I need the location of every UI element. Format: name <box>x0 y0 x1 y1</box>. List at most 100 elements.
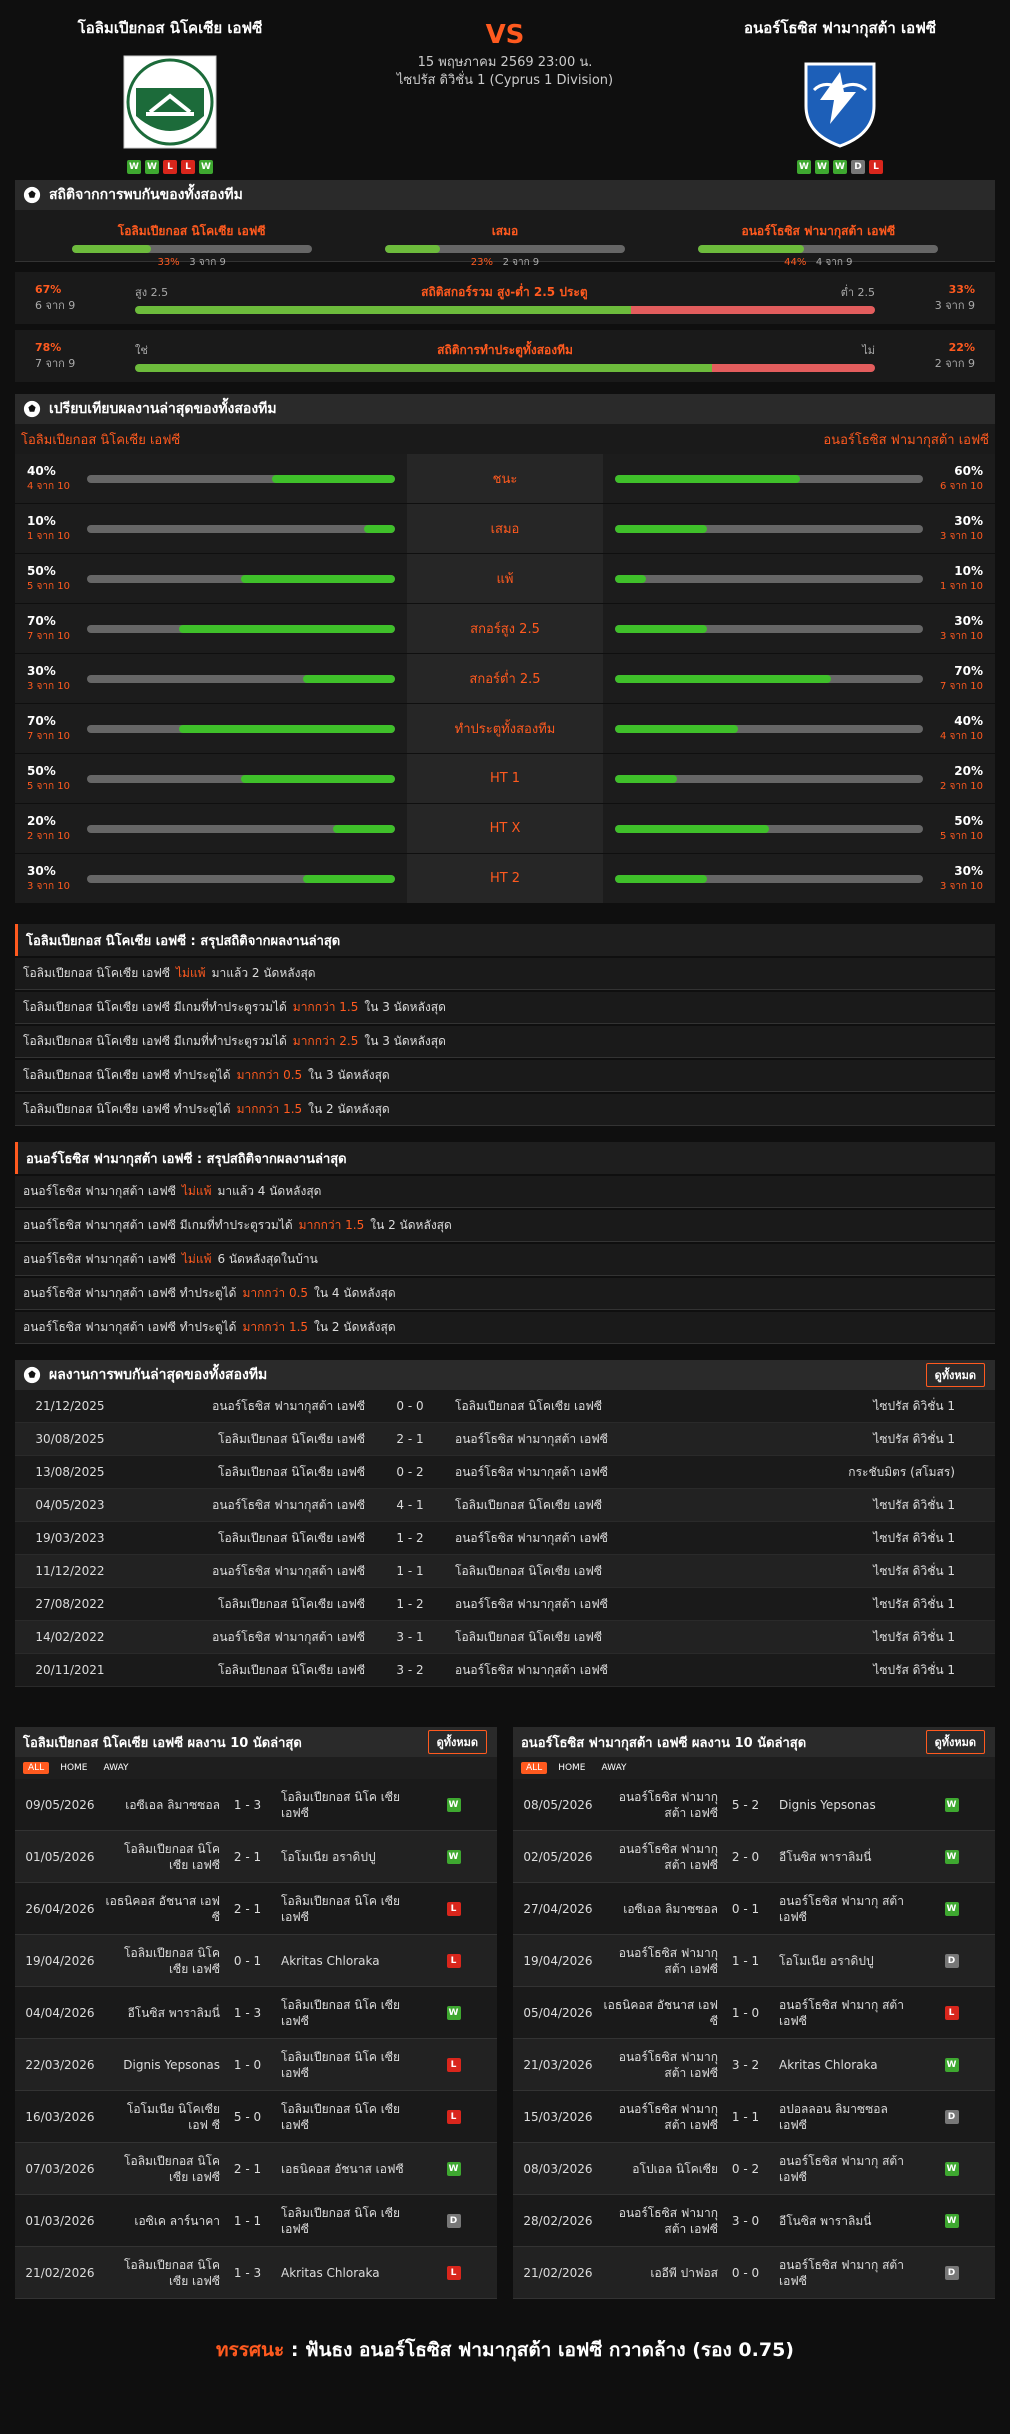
btts-bar-right <box>712 363 875 372</box>
h2h-results-title: ผลงานการพบกันล่าสุดของทั้งสองทีม ดูทั้งห… <box>15 1360 995 1390</box>
compare-home-bar-fill <box>333 824 395 833</box>
compare-away-bar <box>615 574 923 583</box>
away-form: WWWDL <box>690 160 990 174</box>
table-row[interactable]: 14/02/2022 อนอร์โธซิส ฟามากุสต้า เอฟซี 3 -… <box>15 1621 995 1654</box>
table-row[interactable]: 13/08/2025 โอลิมเปียกอส นิโคเซีย เอฟซี 0 -… <box>15 1456 995 1489</box>
tab-home[interactable]: HOME <box>553 1762 590 1774</box>
list-item[interactable]: 19/04/2026 โอลิมเปียกอส นิโค เซีย เอฟซี 0 … <box>15 1935 497 1987</box>
competition: กระชับมิตร (สโมสร) <box>848 1464 955 1479</box>
list-item[interactable]: 27/04/2026 เอซีเอล ลิมาซซอล 0 - 1 อนอร์โธซิ… <box>513 1883 995 1935</box>
compare-metric-label: ทำประตูทั้งสองทีม <box>407 704 603 753</box>
table-row[interactable]: 30/08/2025 โอลิมเปียกอส นิโคเซีย เอฟซี 2 -… <box>15 1423 995 1456</box>
competition: ไซปรัส ดิวิชั่น 1 <box>873 1563 955 1578</box>
compare-home-pct: 30% 3 จาก 10 <box>27 664 87 694</box>
summary-row: โอลิมเปียกอส นิโคเซีย เอฟซี ทำประตูได้ มา… <box>15 1058 995 1092</box>
home-team: เอซีเอล ลิมาซซอล <box>623 1901 718 1916</box>
summary-away-rows: อนอร์โธซิส ฟามากุสต้า เอฟซี ไม่แพ้ มาแล้ว … <box>15 1174 995 1344</box>
score: 1 - 2 <box>396 1597 424 1611</box>
summary-row: อนอร์โธซิส ฟามากุสต้า เอฟซี ทำประตูได้ มา… <box>15 1276 995 1310</box>
list-item[interactable]: 21/02/2026 โอลิมเปียกอส นิโค เซีย เอฟซี 1 … <box>15 2247 497 2299</box>
home-team: โอลิมเปียกอส นิโคเซีย เอฟซี <box>218 1464 365 1479</box>
list-item[interactable]: 01/03/2026 เอซิเค ลาร์นาคา 1 - 1 โอลิมเปียก… <box>15 2195 497 2247</box>
btts-right-pct: 22% <box>948 340 975 354</box>
list-item[interactable]: 21/02/2026 เออีพี ปาฟอส 0 - 0 อนอร์โธซิส ฟา… <box>513 2247 995 2299</box>
compare-away-bar-fill <box>615 774 677 783</box>
table-row[interactable]: 21/12/2025 อนอร์โธซิส ฟามากุสต้า เอฟซี 0 -… <box>15 1390 995 1423</box>
table-row[interactable]: 27/08/2022 โอลิมเปียกอส นิโคเซีย เอฟซี 1 -… <box>15 1588 995 1621</box>
form-badge: W <box>833 160 847 174</box>
compare-home-pct-value: 30% <box>27 663 56 678</box>
btts-bar-left <box>135 363 713 372</box>
tab-home[interactable]: HOME <box>55 1762 92 1774</box>
score: 2 - 1 <box>233 1849 262 1864</box>
result-cell: D <box>908 2265 995 2280</box>
list-item[interactable]: 19/04/2026 อนอร์โธซิส ฟามากุ สต้า เอฟซี 1 … <box>513 1935 995 1987</box>
tab-all[interactable]: ALL <box>521 1762 548 1774</box>
away-team: อนอร์โธซิส ฟามากุ สต้า เอฟซี <box>779 1997 904 2028</box>
compare-home-pct-value: 70% <box>27 713 56 728</box>
tab-all[interactable]: ALL <box>23 1762 50 1774</box>
soccer-ball-icon <box>23 1366 41 1384</box>
home-team: อนอร์โธซิส ฟามากุสต้า เอฟซี <box>212 1497 365 1512</box>
h2h-draw-bar <box>384 245 441 253</box>
summary-suffix: ใน 2 นัดหลังสุด <box>314 1320 396 1334</box>
compare-home-bar-fill <box>179 624 395 633</box>
list-item[interactable]: 05/04/2026 เอธนิคอส อัชนาส เอฟซี 1 - 0 อนอร… <box>513 1987 995 2039</box>
list-item[interactable]: 01/05/2026 โอลิมเปียกอส นิโค เซีย เอฟซี 2 … <box>15 1831 497 1883</box>
h2h-away-win-pct: 44% <box>784 257 807 268</box>
summary-text: โอลิมเปียกอส นิโคเซีย เอฟซี ทำประตูได้ <box>23 1102 231 1116</box>
tab-away[interactable]: AWAY <box>597 1762 632 1774</box>
list-item[interactable]: 08/05/2026 อนอร์โธซิส ฟามากุ สต้า เอฟซี 5 … <box>513 1779 995 1831</box>
table-row[interactable]: 04/05/2023 อนอร์โธซิส ฟามากุสต้า เอฟซี 4 -… <box>15 1489 995 1522</box>
list-item[interactable]: 08/03/2026 อโปเอล นิโคเซีย 0 - 2 อนอร์โธซิส… <box>513 2143 995 2195</box>
list-item[interactable]: 21/03/2026 อนอร์โธซิส ฟามากุ สต้า เอฟซี 3 … <box>513 2039 995 2091</box>
list-item[interactable]: 09/05/2026 เอซีเอล ลิมาซซอล 1 - 3 โอลิมเปีย… <box>15 1779 497 1831</box>
table-row[interactable]: 11/12/2022 อนอร์โธซิส ฟามากุสต้า เอฟซี 1 -… <box>15 1555 995 1588</box>
home-team: อนอร์โธซิส ฟามากุ สต้า เอฟซี <box>618 2049 718 2080</box>
score: 1 - 1 <box>396 1564 424 1578</box>
table-row[interactable]: 20/11/2021 โอลิมเปียกอส นิโคเซีย เอฟซี 3 -… <box>15 1654 995 1687</box>
list-item[interactable]: 16/03/2026 โอโมเนีย นิโคเซีย เอฟ ซี 5 - 0 โ… <box>15 2091 497 2143</box>
soccer-ball-icon <box>23 186 41 204</box>
summary-highlight: มากกว่า 0.5 <box>242 1286 309 1300</box>
tab-away[interactable]: AWAY <box>99 1762 134 1774</box>
home-team: โอลิมเปียกอส นิโคเซีย เอฟซี <box>218 1530 365 1545</box>
match-date: 04/04/2026 <box>25 2005 95 2020</box>
compare-row: 30% 3 จาก 10 HT 2 30% 3 จาก 10 <box>15 854 995 904</box>
list-item[interactable]: 15/03/2026 อนอร์โธซิส ฟามากุ สต้า เอฟซี 1 … <box>513 2091 995 2143</box>
list-item[interactable]: 04/04/2026 อีโนซิส พาราลิมนี่ 1 - 3 โอลิมเป… <box>15 1987 497 2039</box>
summary-text: อนอร์โธซิส ฟามากุสต้า เอฟซี <box>23 1184 176 1198</box>
home-team: อโปเอล นิโคเซีย <box>632 2161 718 2176</box>
last10-away-view-all-button[interactable]: ดูทั้งหมด <box>925 1730 985 1754</box>
summary-text: อนอร์โธซิส ฟามากุสต้า เอฟซี มีเกมที่ทำปร… <box>23 1218 293 1232</box>
home-team: อนอร์โธซิส ฟามากุสต้า เอฟซี <box>212 1398 365 1413</box>
home-team: โอลิมเปียกอส นิโคเซีย เอฟซี <box>218 1596 365 1611</box>
summary-row: อนอร์โธซิส ฟามากุสต้า เอฟซี ไม่แพ้ 6 นัดหล… <box>15 1242 995 1276</box>
match-date: 14/02/2022 <box>35 1630 105 1644</box>
away-team: อนอร์โธซิส ฟามากุสต้า เอฟซี <box>455 1464 608 1479</box>
h2h-draw: เสมอ 23% 2 จาก 9 <box>384 222 625 268</box>
last10-home-view-all-button[interactable]: ดูทั้งหมด <box>427 1730 487 1754</box>
score: 1 - 1 <box>731 1953 760 1968</box>
list-item[interactable]: 28/02/2026 อนอร์โธซิส ฟามากุ สต้า เอฟซี 3 … <box>513 2195 995 2247</box>
compare-away-side: 30% 3 จาก 10 <box>603 504 995 553</box>
compare-away-pct: 40% 4 จาก 10 <box>923 714 983 744</box>
h2h-draw-label: เสมอ <box>491 224 519 238</box>
summary-row: อนอร์โธซิส ฟามากุสต้า เอฟซี ไม่แพ้ มาแล้ว … <box>15 1174 995 1208</box>
table-row[interactable]: 19/03/2023 โอลิมเปียกอส นิโคเซีย เอฟซี 1 -… <box>15 1522 995 1555</box>
h2h-view-all-button[interactable]: ดูทั้งหมด <box>925 1363 985 1387</box>
list-item[interactable]: 07/03/2026 โอลิมเปียกอส นิโค เซีย เอฟซี 2 … <box>15 2143 497 2195</box>
match-date: 20/11/2021 <box>35 1663 105 1677</box>
h2h-home-win-of: 3 จาก 9 <box>189 257 226 268</box>
match-date: 11/12/2022 <box>35 1564 105 1578</box>
list-item[interactable]: 26/04/2026 เอธนิคอส อัชนาส เอฟซี 2 - 1 โอลิ… <box>15 1883 497 1935</box>
result-badge: D <box>446 2213 461 2228</box>
form-badge: W <box>199 160 213 174</box>
compare-home-side: 10% 1 จาก 10 <box>15 504 407 553</box>
score: 0 - 1 <box>731 1901 760 1916</box>
list-item[interactable]: 02/05/2026 อนอร์โธซิส ฟามากุ สต้า เอฟซี 2 … <box>513 1831 995 1883</box>
h2h-away-win-of: 4 จาก 9 <box>815 257 853 268</box>
home-team: อนอร์โธซิส ฟามากุ สต้า เอฟซี <box>618 1789 718 1820</box>
match-date: 19/04/2026 <box>523 1953 593 1968</box>
list-item[interactable]: 22/03/2026 Dignis Yepsonas 1 - 0 โอลิมเปียก… <box>15 2039 497 2091</box>
